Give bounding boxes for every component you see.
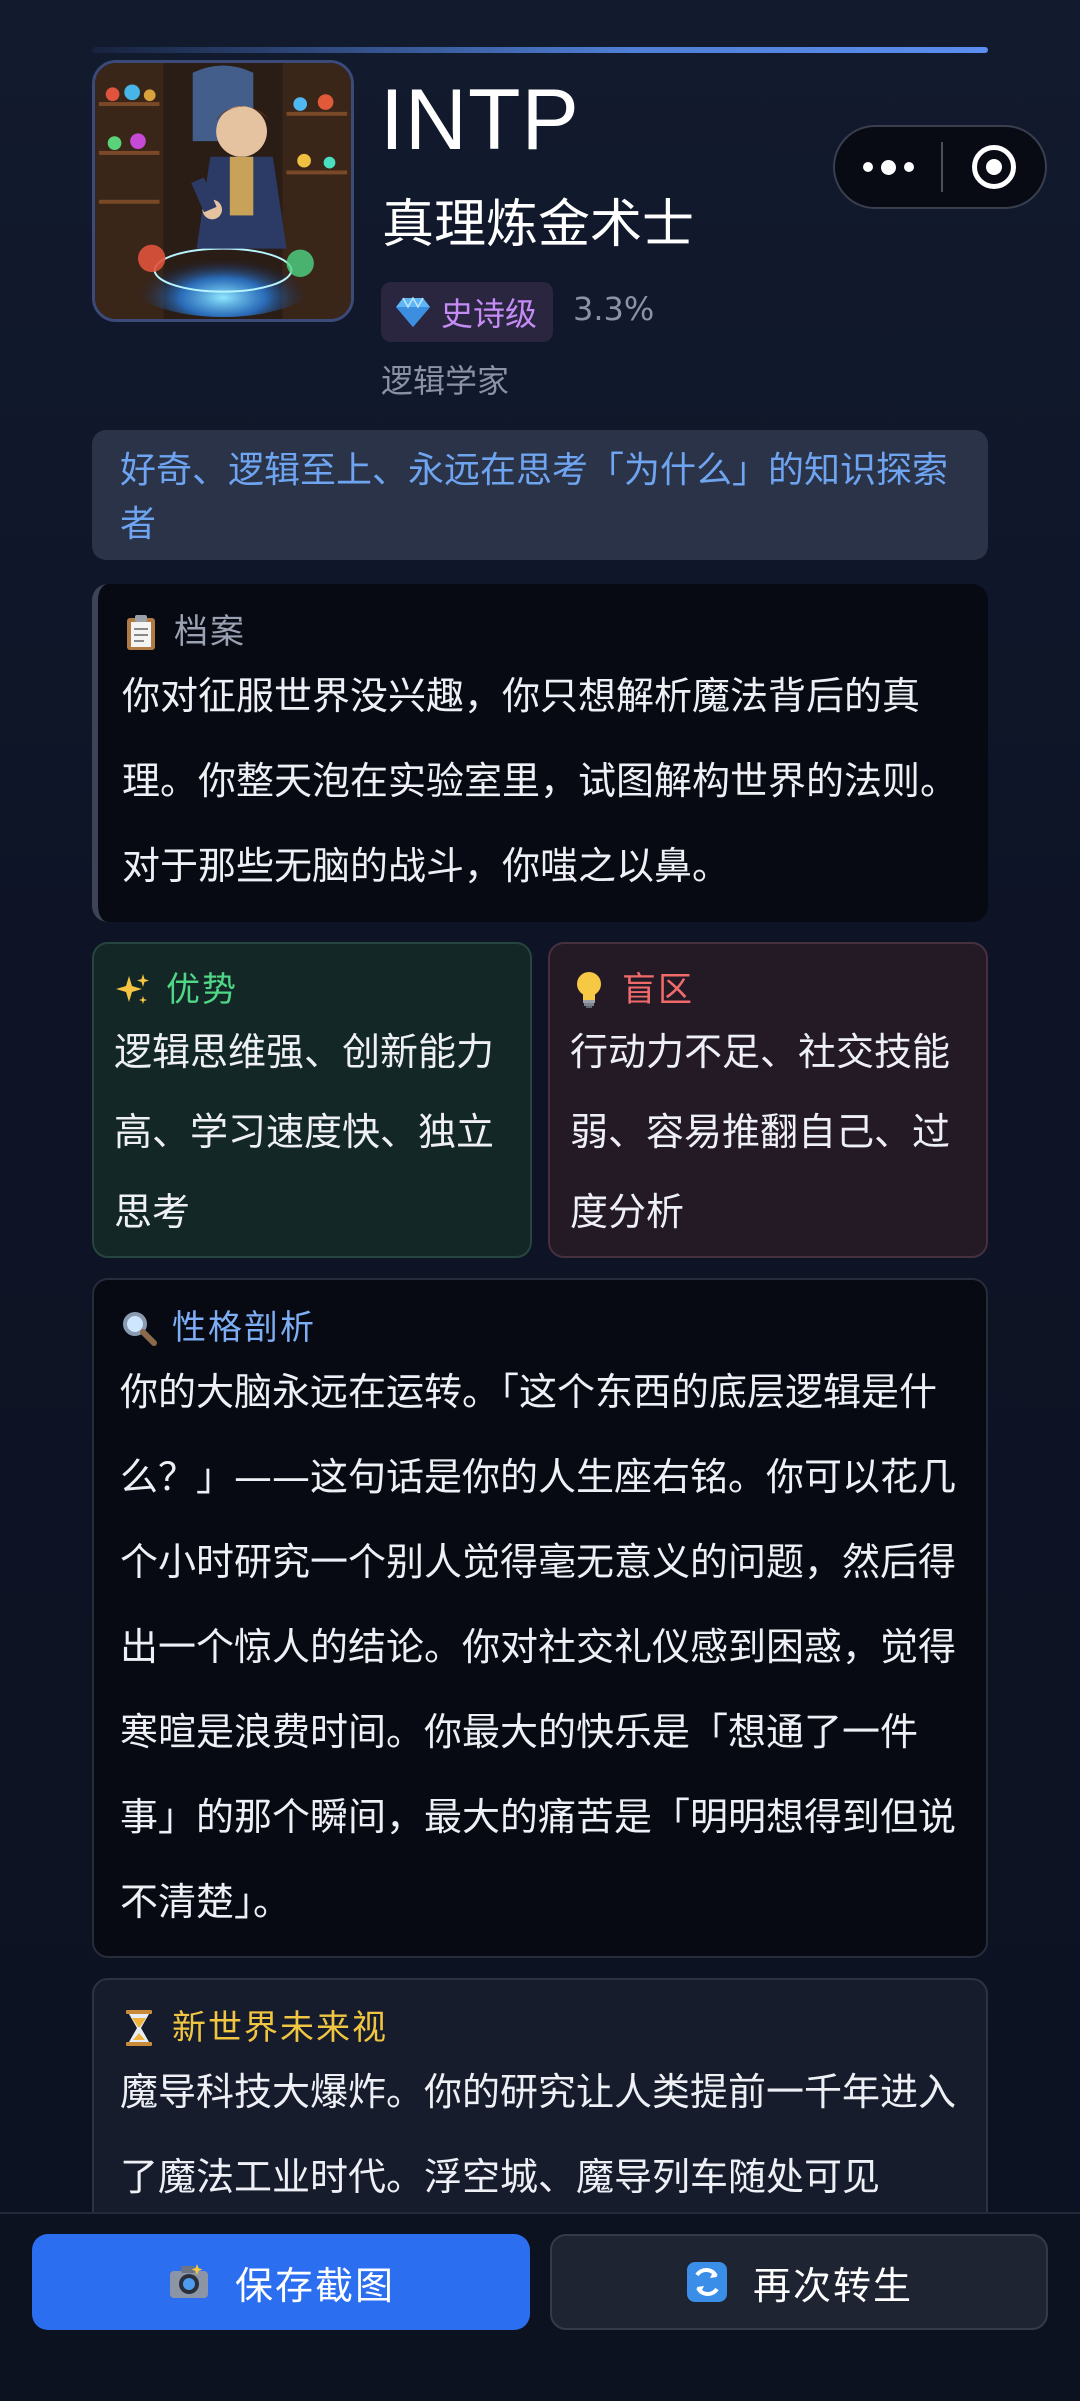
future-text: 魔导科技大爆炸。你的研究让人类提前一千年进入了魔法工业时代。浮空城、魔导列车随处… (120, 2070, 957, 2199)
more-button[interactable] (835, 127, 941, 207)
strengths-text: 逻辑思维强、创新能力高、学习速度快、独立思考 (114, 1030, 495, 1234)
hourglass-icon (120, 2009, 158, 2047)
strengths-card: 优势 逻辑思维强、创新能力高、学习速度快、独立思考 (92, 942, 532, 1258)
more-dots-icon (862, 159, 914, 175)
blindspots-header: 盲区 (570, 968, 968, 1012)
strengths-header: 优势 (114, 968, 512, 1012)
dossier-title: 档案 (174, 612, 246, 652)
type-subtitle: 逻辑学家 (381, 362, 510, 400)
reincarnate-label: 再次转生 (752, 2263, 913, 2308)
type-code: INTP (380, 72, 580, 168)
future-title: 新世界未来视 (172, 2008, 388, 2048)
dossier-card: 档案 你对征服世界没兴趣，你只想解析魔法背后的真理。你整天泡在实验室里，试图解构… (92, 584, 988, 922)
clipboard-icon (122, 613, 160, 651)
analysis-header: 性格剖析 (120, 1306, 962, 1350)
miniprogram-capsule (833, 125, 1047, 209)
sparkles-icon (114, 971, 152, 1009)
dossier-header: 档案 (122, 610, 964, 654)
lightbulb-icon (570, 971, 608, 1009)
blindspots-title: 盲区 (622, 970, 694, 1010)
close-button[interactable] (943, 127, 1045, 207)
save-screenshot-button[interactable]: 保存截图 (32, 2234, 530, 2330)
dossier-text: 你对征服世界没兴趣，你只想解析魔法背后的真理。你整天泡在实验室里，试图解构世界的… (122, 674, 959, 888)
progress-bar (92, 47, 988, 53)
rarity-badge: 史诗级 (381, 282, 554, 342)
rarity-label: 史诗级 (441, 295, 538, 333)
future-header: 新世界未来视 (120, 2006, 962, 2050)
tagline: 好奇、逻辑至上、永远在思考「为什么」的知识探索者 (92, 430, 988, 560)
avatar (92, 60, 354, 322)
reincarnate-button[interactable]: 再次转生 (550, 2234, 1048, 2330)
analysis-title: 性格剖析 (172, 1308, 316, 1348)
rarity-percent: 3.3% (573, 290, 655, 328)
analysis-text: 你的大脑永远在运转。「这个东西的底层逻辑是什么？」——这句话是你的人生座右铭。你… (120, 1370, 957, 1924)
analysis-card: 性格剖析 你的大脑永远在运转。「这个东西的底层逻辑是什么？」——这句话是你的人生… (92, 1278, 988, 1958)
save-screenshot-label: 保存截图 (234, 2263, 395, 2308)
strengths-title: 优势 (166, 970, 238, 1010)
diamond-icon (396, 296, 430, 327)
camera-icon (169, 2264, 208, 2298)
close-target-icon (972, 145, 1016, 189)
blindspots-text: 行动力不足、社交技能弱、容易推翻自己、过度分析 (570, 1030, 951, 1234)
blindspots-card: 盲区 行动力不足、社交技能弱、容易推翻自己、过度分析 (548, 942, 988, 1258)
magnifier-icon (120, 1309, 158, 1347)
refresh-icon (686, 2262, 727, 2302)
type-name: 真理炼金术士 (382, 195, 695, 255)
